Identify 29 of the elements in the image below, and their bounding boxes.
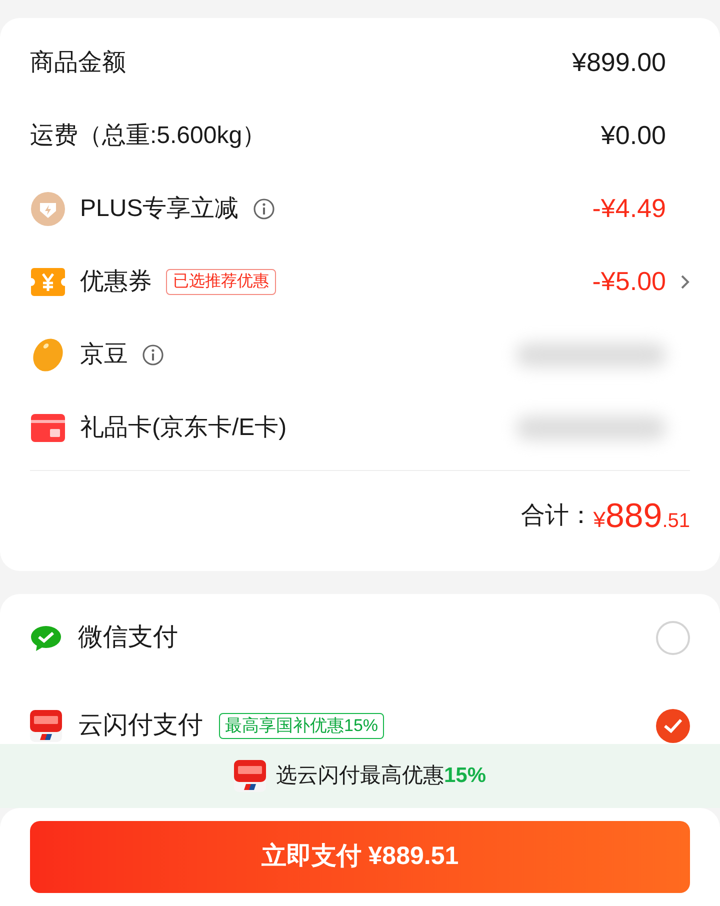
promo-tag: 已选推荐优惠	[166, 268, 276, 294]
app-logo-icon	[234, 760, 266, 792]
row-label: 优惠券	[80, 266, 152, 296]
row-label: 京豆	[80, 340, 128, 370]
amount: ¥899.00	[572, 46, 666, 79]
discount-amount: -¥4.49	[592, 192, 666, 225]
lightning-badge-icon	[31, 192, 65, 226]
card-icon	[31, 414, 65, 442]
info-icon[interactable]	[252, 198, 275, 220]
total-amount: ¥889.51	[593, 496, 690, 536]
chevron-right-icon[interactable]	[680, 274, 690, 290]
info-icon[interactable]	[142, 344, 164, 366]
radio-button[interactable]	[656, 621, 690, 655]
row-label: 礼品卡(京东卡/E卡)	[80, 412, 287, 442]
row-label: PLUS专享立减	[80, 194, 239, 224]
payment-method-name[interactable]: 云闪付支付	[78, 707, 203, 744]
discount-amount: -¥5.00	[592, 265, 666, 298]
radio-button[interactable]	[656, 709, 690, 743]
amount: ¥0.00	[600, 119, 666, 152]
bean-icon	[31, 336, 65, 372]
total-label: 合计：	[521, 501, 594, 531]
row-label: 商品金额	[30, 48, 126, 78]
payment-method-name[interactable]: 微信支付	[78, 619, 178, 657]
coupon-icon	[31, 268, 65, 296]
checkmark-icon	[663, 718, 683, 734]
row-label: 运费（总重:5.600kg）	[30, 120, 266, 150]
promo-tag: 最高享国补优惠15%	[219, 713, 384, 739]
chat-bubble-icon	[31, 625, 61, 651]
banner-text: 选云闪付最高优惠15%	[276, 763, 486, 790]
